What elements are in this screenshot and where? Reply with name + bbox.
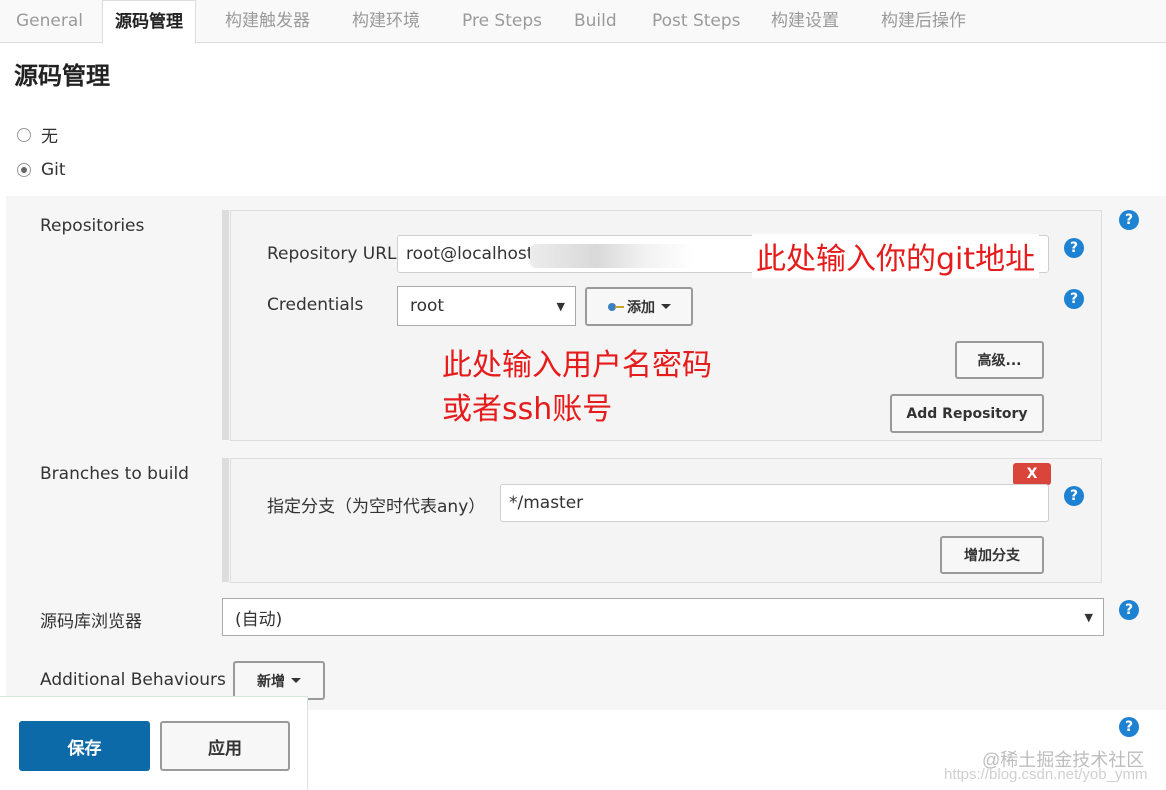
scm-option-git[interactable]: Git (17, 160, 66, 180)
repository-url-help-icon[interactable]: ? (1064, 238, 1084, 258)
caret-down-icon (291, 678, 301, 683)
repository-url-value: root@localhost:/ (406, 244, 545, 264)
add-credentials-button[interactable]: 添加 (585, 287, 693, 326)
apply-button[interactable]: 应用 (160, 721, 290, 771)
repository-browser-help-icon[interactable]: ? (1119, 600, 1139, 620)
repository-browser-value: (自动) (235, 609, 283, 630)
repositories-label: Repositories (40, 216, 145, 236)
tab-general[interactable]: General (16, 0, 83, 43)
scm-option-none[interactable]: 无 (17, 122, 58, 147)
radio-git[interactable] (17, 163, 31, 177)
chevron-down-icon: ▼ (1084, 610, 1093, 624)
credentials-annotation-line2: 或者ssh账号 (442, 392, 613, 427)
add-behaviour-button[interactable]: 新增 (233, 661, 325, 700)
radio-none[interactable] (17, 127, 31, 142)
additional-behaviours-label: Additional Behaviours (40, 670, 226, 690)
credentials-help-icon[interactable]: ? (1064, 289, 1084, 309)
branches-panel-bar (222, 458, 229, 582)
branch-specifier-label: 指定分支（为空时代表any） (267, 497, 486, 517)
credentials-select[interactable]: root ▼ (397, 286, 576, 326)
repositories-help-icon[interactable]: ? (1119, 210, 1139, 230)
scm-option-git-label: Git (41, 160, 66, 180)
branches-label: Branches to build (40, 464, 189, 484)
repository-browser-label: 源码库浏览器 (40, 612, 142, 632)
section-help-icon[interactable]: ? (1119, 717, 1139, 737)
add-credentials-label: 添加 (627, 299, 655, 316)
redacted-url (530, 244, 695, 268)
credentials-value: root (410, 296, 445, 316)
tab-pre-steps[interactable]: Pre Steps (462, 0, 542, 43)
tab-post-build-actions[interactable]: 构建后操作 (881, 0, 966, 43)
tab-build-environment[interactable]: 构建环境 (352, 0, 420, 43)
url-annotation: 此处输入你的git地址 (752, 234, 1040, 278)
branch-specifier-input[interactable]: */master (500, 484, 1049, 522)
save-button[interactable]: 保存 (19, 721, 150, 771)
tab-build-triggers[interactable]: 构建触发器 (225, 0, 310, 43)
delete-branch-button[interactable]: X (1013, 463, 1051, 485)
chevron-down-icon: ▼ (556, 299, 565, 313)
tab-post-steps[interactable]: Post Steps (652, 0, 741, 43)
watermark-line2: https://blog.csdn.net/yob_ymm (944, 766, 1148, 783)
credentials-annotation-line1: 此处输入用户名密码 (442, 348, 712, 383)
tab-build-settings[interactable]: 构建设置 (771, 0, 839, 43)
repository-url-label: Repository URL (267, 244, 397, 264)
config-tabs: General 源码管理 构建触发器 构建环境 Pre Steps Build … (0, 0, 1166, 44)
tab-scm[interactable]: 源码管理 (102, 0, 196, 44)
scm-option-none-label: 无 (41, 127, 58, 147)
add-repository-button[interactable]: Add Repository (890, 394, 1044, 433)
tab-build[interactable]: Build (574, 0, 617, 43)
add-behaviour-label: 新增 (257, 673, 285, 690)
advanced-button[interactable]: 高级... (955, 341, 1044, 379)
branch-help-icon[interactable]: ? (1064, 486, 1084, 506)
key-icon (608, 302, 624, 311)
repository-browser-select[interactable]: (自动) ▼ (222, 598, 1104, 636)
credentials-label: Credentials (267, 295, 364, 315)
repositories-panel-bar (222, 210, 229, 440)
page-title: 源码管理 (14, 62, 110, 90)
caret-down-icon (661, 304, 671, 309)
branch-specifier-value: */master (509, 493, 584, 513)
add-branch-button[interactable]: 增加分支 (940, 536, 1044, 574)
